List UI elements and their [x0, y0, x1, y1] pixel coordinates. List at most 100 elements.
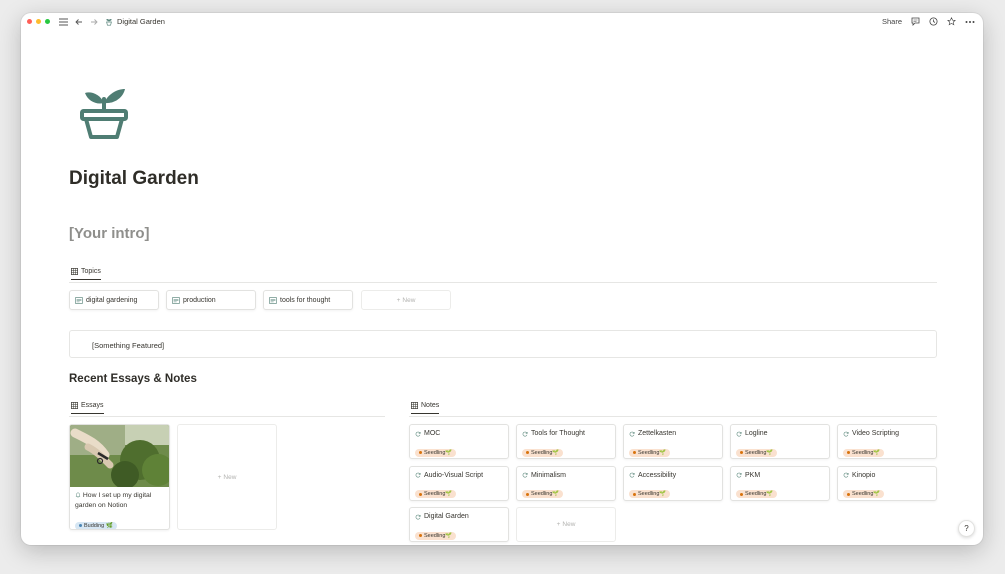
table-icon [71, 402, 78, 409]
status-label: Seedling🌱 [638, 449, 667, 456]
sidebar-menu-icon[interactable] [59, 18, 68, 26]
tab-label: Essays [81, 402, 104, 409]
status-badge: Seedling🌱 [415, 490, 457, 498]
bell-icon [75, 492, 81, 497]
status-label: Seedling🌱 [424, 491, 453, 497]
note-title-row: Accessibility [629, 472, 722, 479]
status-badge: Seedling🌱 [843, 490, 885, 498]
new-label: New [562, 521, 576, 528]
status-badge: Seedling🌱 [522, 448, 564, 457]
divider [409, 416, 937, 417]
status-label: Seedling🌱 [745, 491, 774, 497]
new-note-button[interactable]: + New [516, 507, 616, 542]
note-title-row: Kinopio [843, 472, 936, 479]
note-card[interactable]: Minimalism Seedling🌱 [516, 465, 616, 501]
featured-text: [Something Featured] [92, 341, 165, 350]
help-button[interactable]: ? [958, 520, 975, 537]
status-badge: Seedling🌱 [629, 448, 671, 457]
tab-essays[interactable]: Essays [71, 402, 104, 414]
note-card[interactable]: Accessibility Seedling🌱 [623, 465, 723, 501]
note-title-row: Digital Garden [415, 513, 508, 520]
navigation: Digital Garden [59, 17, 165, 26]
refresh-cycle-icon [736, 431, 742, 436]
status-label: Seedling🌱 [852, 449, 881, 456]
status-emoji: 🌿 [106, 522, 114, 529]
page-note-icon [172, 296, 180, 304]
note-title: Audio-Visual Script [424, 471, 484, 479]
note-title: PKM [745, 471, 761, 479]
status-badge: Budding 🌿 [75, 521, 118, 529]
note-title-row: Audio-Visual Script [415, 472, 508, 479]
history-clock-icon[interactable] [929, 17, 938, 26]
zoom-window-button[interactable] [45, 19, 50, 24]
plant-pot-icon[interactable] [79, 85, 129, 146]
topic-label: digital gardening [86, 296, 138, 304]
favorite-star-icon[interactable] [947, 17, 956, 26]
tab-topics[interactable]: Topics [71, 268, 101, 280]
status-label: Seedling🌱 [531, 491, 560, 497]
essay-title-row: How I set up my digital garden on Notion [70, 487, 169, 511]
refresh-cycle-icon [522, 431, 528, 436]
note-card[interactable]: Kinopio Seedling🌱 [837, 465, 937, 501]
note-title: Minimalism [531, 471, 566, 479]
topic-label: production [183, 296, 216, 304]
plant-pot-icon [106, 18, 112, 26]
note-title-row: PKM [736, 472, 829, 479]
note-card[interactable]: Digital Garden Seedling🌱 [409, 507, 509, 542]
note-title: Zettelkasten [638, 430, 677, 437]
note-card[interactable]: Audio-Visual Script Seedling🌱 [409, 465, 509, 501]
note-title: Tools for Thought [531, 430, 585, 437]
note-card[interactable]: Video Scripting Seedling🌱 [837, 424, 937, 459]
new-essay-button[interactable]: + New [177, 424, 277, 530]
plus-icon: + [396, 296, 401, 304]
new-label: New [402, 296, 416, 304]
note-card[interactable]: MOC Seedling🌱 [409, 424, 509, 459]
status-badge: Seedling🌱 [736, 490, 778, 498]
refresh-cycle-icon [629, 431, 635, 436]
status-label: Seedling🌱 [745, 449, 774, 456]
featured-callout[interactable]: [Something Featured] [69, 330, 937, 358]
topic-label: tools for thought [280, 296, 331, 304]
topic-card[interactable]: digital gardening [69, 290, 159, 310]
forward-arrow-icon[interactable] [90, 18, 98, 26]
page-note-icon [269, 296, 277, 304]
more-options-icon[interactable] [965, 20, 975, 24]
note-card[interactable]: PKM Seedling🌱 [730, 465, 830, 501]
note-title: MOC [424, 430, 441, 437]
note-card[interactable]: Zettelkasten Seedling🌱 [623, 424, 723, 459]
refresh-cycle-icon [843, 431, 849, 436]
note-card[interactable]: Logline Seedling🌱 [730, 424, 830, 459]
table-icon [71, 268, 78, 275]
minimize-window-button[interactable] [36, 19, 41, 24]
status-badge: Seedling🌱 [522, 490, 564, 498]
page-intro[interactable]: [Your intro] [69, 225, 150, 242]
topic-card[interactable]: tools for thought [263, 290, 353, 310]
status-label: Seedling🌱 [638, 491, 667, 497]
new-topic-button[interactable]: + New [361, 290, 451, 310]
status-label: Seedling🌱 [424, 449, 453, 456]
table-icon [411, 402, 418, 409]
note-title: Logline [745, 430, 768, 437]
note-title-row: Video Scripting [843, 430, 936, 437]
note-title-row: Tools for Thought [522, 430, 615, 437]
refresh-cycle-icon [415, 472, 421, 478]
note-title: Kinopio [852, 471, 876, 479]
note-title: Accessibility [638, 471, 677, 479]
divider [69, 416, 385, 417]
topic-card[interactable]: production [166, 290, 256, 310]
recent-section-title: Recent Essays & Notes [69, 373, 197, 385]
comment-icon[interactable] [911, 17, 920, 26]
back-arrow-icon[interactable] [75, 18, 83, 26]
plus-icon: + [217, 473, 222, 481]
essay-cover-image [70, 425, 169, 487]
share-button[interactable]: Share [882, 17, 902, 26]
page-title[interactable]: Digital Garden [69, 168, 199, 190]
top-bar: Digital Garden Share [21, 13, 983, 33]
window-controls [27, 19, 50, 24]
breadcrumb[interactable]: Digital Garden [105, 17, 165, 26]
close-window-button[interactable] [27, 19, 32, 24]
essay-card[interactable]: How I set up my digital garden on Notion… [69, 424, 170, 530]
tab-notes[interactable]: Notes [411, 402, 440, 414]
tab-label: Topics [81, 268, 101, 275]
note-card[interactable]: Tools for Thought Seedling🌱 [516, 424, 616, 459]
